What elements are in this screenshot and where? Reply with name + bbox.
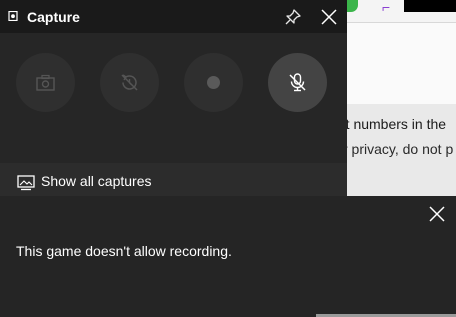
background-text-line-1: rt numbers in the — [346, 116, 447, 132]
green-app-icon — [346, 0, 358, 12]
capture-title: Capture — [27, 9, 80, 25]
toast-close-icon[interactable] — [428, 205, 446, 223]
camera-icon — [36, 74, 55, 91]
microphone-button[interactable] — [268, 53, 327, 112]
show-all-captures-label: Show all captures — [41, 173, 152, 189]
dark-header-block — [404, 0, 456, 12]
toast-message: This game doesn't allow recording. — [16, 243, 232, 259]
microphone-off-icon — [289, 73, 306, 92]
close-icon[interactable] — [320, 8, 338, 26]
record-that-icon — [121, 74, 138, 91]
record-dot-icon — [207, 76, 220, 89]
capture-header: Capture — [0, 0, 347, 33]
background-toolbar: ⌐ — [346, 0, 456, 23]
pin-icon[interactable] — [284, 8, 302, 26]
background-text-line-2: r privacy, do not p — [346, 141, 454, 157]
capture-widget: Capture Show all captures — [0, 0, 347, 196]
start-recording-button[interactable] — [184, 53, 243, 112]
gallery-icon — [17, 175, 35, 191]
background-app-window: ⌐ rt numbers in the r privacy, do not p — [346, 0, 456, 196]
capture-widget-icon — [8, 11, 18, 21]
bracket-icon: ⌐ — [382, 0, 391, 15]
record-last-button[interactable] — [100, 53, 159, 112]
screenshot-button[interactable] — [16, 53, 75, 112]
